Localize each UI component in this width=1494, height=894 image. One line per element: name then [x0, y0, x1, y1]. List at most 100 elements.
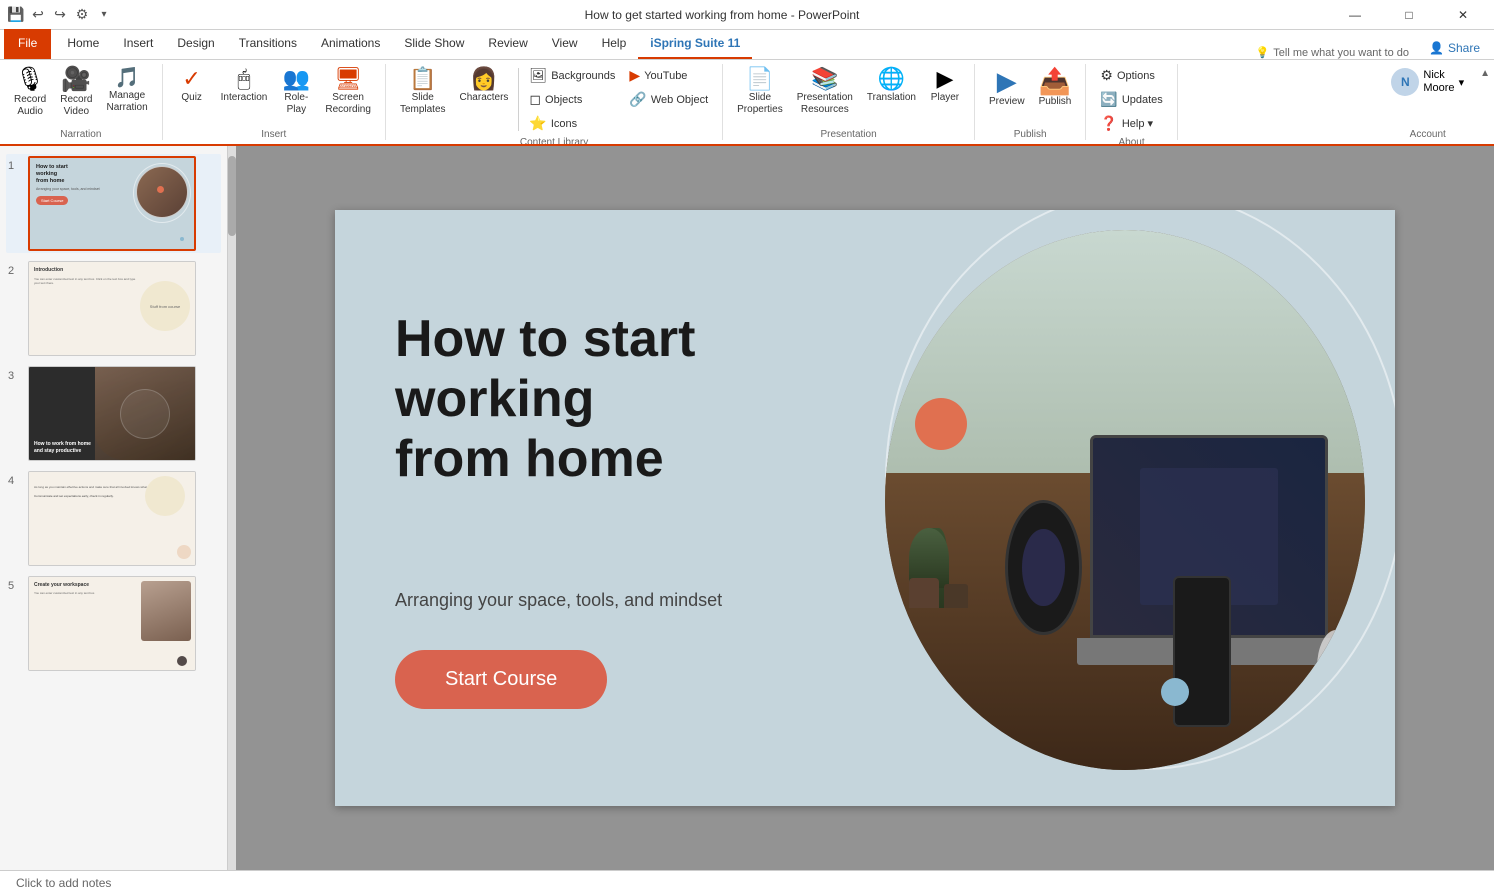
slide-thumb-1[interactable]: 1 How to startworkingfrom home Arranging…	[6, 154, 221, 253]
updates-button[interactable]: 🔄 Updates	[1094, 88, 1168, 111]
ribbon-group-about: ⚙ Options 🔄 Updates ❓ Help ▾ About	[1086, 64, 1177, 140]
slide-thumb-4[interactable]: 4 As long as you maintain effective acti…	[6, 469, 221, 568]
tab-transitions[interactable]: Transitions	[227, 29, 309, 59]
notes-bar[interactable]: Click to add notes	[0, 870, 1494, 894]
titlebar: 💾 ↩ ↪ ⚙ ▾ How to get started working fro…	[0, 0, 1494, 30]
player-button[interactable]: ▶ Player	[924, 64, 966, 108]
tab-animations[interactable]: Animations	[309, 29, 392, 59]
slide-canvas[interactable]: How to start working from home Arranging…	[335, 210, 1395, 806]
quiz-button[interactable]: ✓ Quiz	[171, 64, 213, 108]
quiz-icon: ✓	[182, 68, 200, 90]
content-library-items: 📋 SlideTemplates 👩 Characters 🖼 Backgrou…	[394, 64, 714, 135]
titlebar-right: — □ ✕	[1332, 0, 1486, 30]
narration-items: 🎙 RecordAudio 🎥 RecordVideo 🎵 ManageNarr…	[8, 64, 154, 127]
account-button[interactable]: N NickMoore ▾	[1383, 64, 1472, 100]
minimize-button[interactable]: —	[1332, 0, 1378, 30]
scrollbar-thumb[interactable]	[228, 156, 236, 236]
slide-num-1: 1	[8, 160, 22, 172]
objects-button[interactable]: ◻ Objects	[523, 88, 621, 111]
help-icon: ❓	[1100, 115, 1117, 132]
titlebar-left: 💾 ↩ ↪ ⚙ ▾	[8, 7, 112, 23]
slide-img-5: Create your workspace You can enter cust…	[28, 576, 196, 671]
ribbon-group-presentation: 📄 SlideProperties 📚 PresentationResource…	[723, 64, 975, 140]
slide-subtitle[interactable]: Arranging your space, tools, and mindset	[395, 590, 722, 611]
tab-home[interactable]: Home	[55, 29, 111, 59]
tab-insert[interactable]: Insert	[111, 29, 165, 59]
ribbon-collapse-button[interactable]: ▲	[1480, 64, 1494, 140]
separator	[518, 68, 519, 131]
options-icon: ⚙	[1100, 67, 1113, 84]
help-button[interactable]: ❓ Help ▾	[1094, 112, 1168, 135]
web-object-button[interactable]: 🔗 Web Object	[623, 88, 714, 111]
slide-thumb-2[interactable]: 2 Introduction You can enter customized …	[6, 259, 221, 358]
interaction-button[interactable]: 🖱 Interaction	[215, 64, 274, 108]
dropdown-icon[interactable]: ▾	[96, 7, 112, 23]
start-course-button[interactable]: Start Course	[395, 650, 607, 709]
objects-icon: ◻	[529, 91, 541, 108]
tab-review[interactable]: Review	[476, 29, 539, 59]
presentation-label: Presentation	[820, 129, 876, 140]
content-library-label: Content Library	[520, 137, 588, 146]
slide-img-1: How to startworkingfrom home Arranging y…	[28, 156, 196, 251]
backgrounds-button[interactable]: 🖼 Backgrounds	[523, 64, 621, 87]
slide-panel-scrollbar[interactable]	[228, 146, 236, 870]
record-audio-button[interactable]: 🎙 RecordAudio	[8, 64, 52, 122]
youtube-button[interactable]: ▶ YouTube	[623, 64, 714, 87]
screen-recording-button[interactable]: 🖥 ScreenRecording	[319, 64, 377, 120]
slide-templates-button[interactable]: 📋 SlideTemplates	[394, 64, 452, 120]
publish-button[interactable]: 📤 Publish	[1033, 64, 1078, 112]
slide-prop-icon: 📄	[746, 68, 773, 90]
canvas-area[interactable]: How to start working from home Arranging…	[236, 146, 1494, 870]
tab-view[interactable]: View	[540, 29, 590, 59]
content-lib-col: 🖼 Backgrounds ◻ Objects ⭐ Icons	[523, 64, 621, 135]
slide-img-3: How to work from homeand stay productive	[28, 366, 196, 461]
customize-icon[interactable]: ⚙	[74, 7, 90, 23]
interaction-icon: 🖱	[237, 68, 250, 90]
tab-ispring[interactable]: iSpring Suite 11	[638, 29, 752, 59]
icons-button[interactable]: ⭐ Icons	[523, 112, 621, 135]
ribbon-group-account: N NickMoore ▾ Account	[1375, 64, 1480, 140]
options-button[interactable]: ⚙ Options	[1094, 64, 1168, 87]
insert-label: Insert	[261, 129, 286, 140]
translation-icon: 🌐	[878, 68, 905, 90]
tab-slideshow[interactable]: Slide Show	[392, 29, 476, 59]
tell-me-input[interactable]: 💡 Tell me what you want to do	[1246, 46, 1419, 59]
share-button[interactable]: 👤 Share	[1419, 37, 1490, 59]
slide-panel: 1 How to startworkingfrom home Arranging…	[0, 146, 228, 870]
presentation-resources-button[interactable]: 📚 PresentationResources	[791, 64, 859, 120]
player-icon: ▶	[937, 68, 954, 90]
tab-help[interactable]: Help	[590, 29, 639, 59]
preview-icon: ▶	[997, 68, 1017, 94]
tab-design[interactable]: Design	[165, 29, 226, 59]
updates-icon: 🔄	[1100, 91, 1117, 108]
translation-button[interactable]: 🌐 Translation	[861, 64, 922, 108]
presentation-items: 📄 SlideProperties 📚 PresentationResource…	[731, 64, 966, 127]
content-lib-col2: ▶ YouTube 🔗 Web Object	[623, 64, 714, 111]
undo-icon[interactable]: ↩	[30, 7, 46, 23]
close-button[interactable]: ✕	[1440, 0, 1486, 30]
tab-file[interactable]: File	[4, 29, 51, 59]
characters-button[interactable]: 👩 Characters	[454, 64, 515, 108]
slide-num-4: 4	[8, 475, 22, 487]
slide-title[interactable]: How to start working from home	[395, 310, 695, 489]
redo-icon[interactable]: ↪	[52, 7, 68, 23]
record-video-button[interactable]: 🎥 RecordVideo	[54, 64, 98, 122]
main-area: 1 How to startworkingfrom home Arranging…	[0, 146, 1494, 870]
preview-button[interactable]: ▶ Preview	[983, 64, 1031, 112]
slide-num-2: 2	[8, 265, 22, 277]
maximize-button[interactable]: □	[1386, 0, 1432, 30]
manage-narration-button[interactable]: 🎵 ManageNarration	[101, 64, 154, 118]
slide-properties-button[interactable]: 📄 SlideProperties	[731, 64, 789, 120]
ribbon-group-content-library: 📋 SlideTemplates 👩 Characters 🖼 Backgrou…	[386, 64, 723, 140]
role-play-button[interactable]: 👥 Role-Play	[275, 64, 317, 120]
microphone-icon: 🎙	[15, 68, 45, 92]
account-label: Account	[1410, 129, 1446, 140]
save-icon[interactable]: 💾	[8, 7, 24, 23]
about-col: ⚙ Options 🔄 Updates ❓ Help ▾	[1094, 64, 1168, 135]
publish-icon: 📤	[1039, 68, 1071, 94]
slide-thumb-5[interactable]: 5 Create your workspace You can enter cu…	[6, 574, 221, 673]
avatar: N	[1391, 68, 1419, 96]
pres-resources-icon: 📚	[811, 68, 838, 90]
publish-items: ▶ Preview 📤 Publish	[983, 64, 1077, 127]
slide-thumb-3[interactable]: 3 How to work from homeand stay producti…	[6, 364, 221, 463]
